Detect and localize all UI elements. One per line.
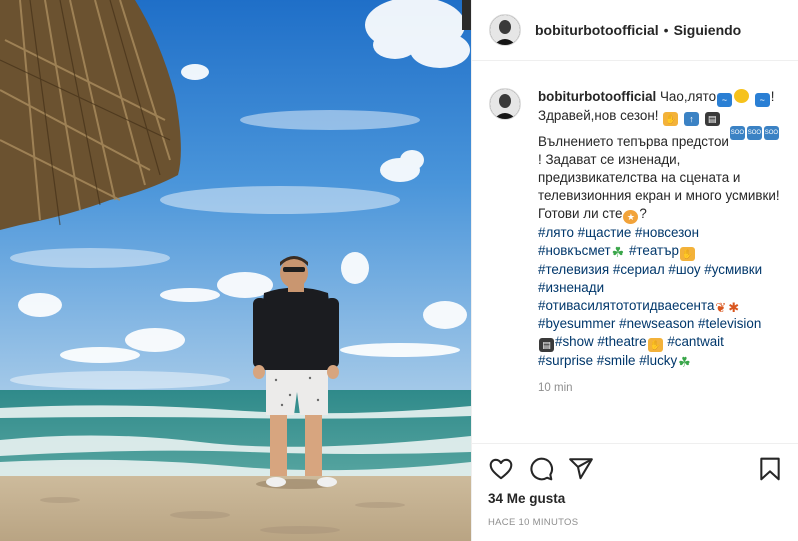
post-timestamp[interactable]: HACE 10 MINUTOS [488, 517, 783, 528]
comment-icon[interactable] [528, 456, 554, 482]
hashtags-10[interactable]: #surprise #smile #lucky [538, 353, 677, 368]
clover-emoji-icon: ☘ [678, 354, 691, 370]
maple-leaf-emoji-icon: ✱ [728, 300, 740, 315]
post-header: bobiturbotoofficial • Siguiendo [472, 0, 798, 61]
soon-arrow-emoji-icon: SOON [729, 126, 745, 150]
hashtags-3[interactable]: #театър [629, 243, 679, 258]
caption-timestamp[interactable]: 10 min [538, 382, 783, 394]
hashtags-7[interactable]: #byesummer #newseason #television [538, 316, 761, 331]
bookmark-icon[interactable] [757, 456, 783, 482]
share-icon[interactable] [568, 456, 594, 482]
caption-username[interactable]: bobiturbotoofficial [538, 89, 656, 104]
caption-row: bobiturbotoofficial Чао,лято ~ ~! Здравей… [489, 88, 783, 370]
avatar-image [490, 15, 520, 45]
hashtags-8[interactable]: #show #theatre [555, 334, 647, 349]
avatar-image [490, 89, 520, 119]
raised-hands-emoji-icon: ✋ [679, 247, 695, 261]
likes-count[interactable]: 34 Me gusta [488, 491, 783, 506]
raised-hands-emoji-icon: ✋ [647, 338, 663, 352]
comments-area: bobiturbotoofficial Чао,лято ~ ~! Здравей… [472, 62, 798, 443]
post-side-panel: bobiturbotoofficial • Siguiendo bobiturb… [471, 0, 798, 541]
heart-icon[interactable] [488, 456, 514, 482]
caption-line-4: ! Задават се изненади, предизвикателства… [538, 152, 780, 221]
caption-text: bobiturbotoofficial Чао,лято ~ ~! Здравей… [538, 88, 783, 370]
top-emoji-icon: ↑ [683, 112, 699, 126]
clover-emoji-icon: ☘ [611, 244, 625, 260]
caption-line-1: Чао,лято [660, 89, 717, 104]
hashtags-6[interactable]: #отивасилятототидваесента [538, 298, 714, 313]
avatar[interactable] [489, 14, 521, 46]
post-actions: 34 Me gusta HACE 10 MINUTOS [472, 443, 798, 541]
clapper-board-emoji-icon: ▤ [539, 338, 554, 352]
wave-emoji-icon: ~ [717, 93, 733, 107]
header-separator: • [663, 22, 669, 38]
hashtags-9[interactable]: #cantwait [667, 334, 724, 349]
clapper-board-emoji-icon: ▤ [704, 112, 720, 126]
caption-line-3: Вълнението тепърва предстои [538, 134, 729, 149]
hashtags-4[interactable]: #телевизия #сериал #шоу #усмивки [538, 262, 762, 277]
beach-photo [0, 0, 471, 541]
hashtags-1[interactable]: #лято #щастие #новсезон [538, 225, 699, 240]
fallen-leaf-emoji-icon: ❦ [715, 300, 727, 315]
caption-avatar[interactable] [489, 88, 521, 120]
hashtags-2[interactable]: #новкъсмет [538, 243, 611, 258]
header-username[interactable]: bobiturbotoofficial [535, 22, 659, 38]
soon-arrow-emoji-icon: SOON [763, 126, 779, 150]
caption-line-5: ? [639, 206, 647, 221]
star-struck-emoji-icon: ★ [623, 210, 639, 224]
sun-emoji-icon [734, 89, 750, 103]
following-button[interactable]: Siguiendo [674, 22, 742, 38]
action-icons [488, 456, 783, 482]
post-photo[interactable] [0, 0, 471, 541]
hashtags-5[interactable]: #изненади [538, 280, 604, 295]
raised-hands-emoji-icon: ✋ [663, 112, 679, 126]
instagram-post: bobiturbotoofficial • Siguiendo bobiturb… [0, 0, 798, 541]
soon-arrow-emoji-icon: SOON [746, 126, 762, 150]
wave-emoji-icon: ~ [754, 93, 770, 107]
